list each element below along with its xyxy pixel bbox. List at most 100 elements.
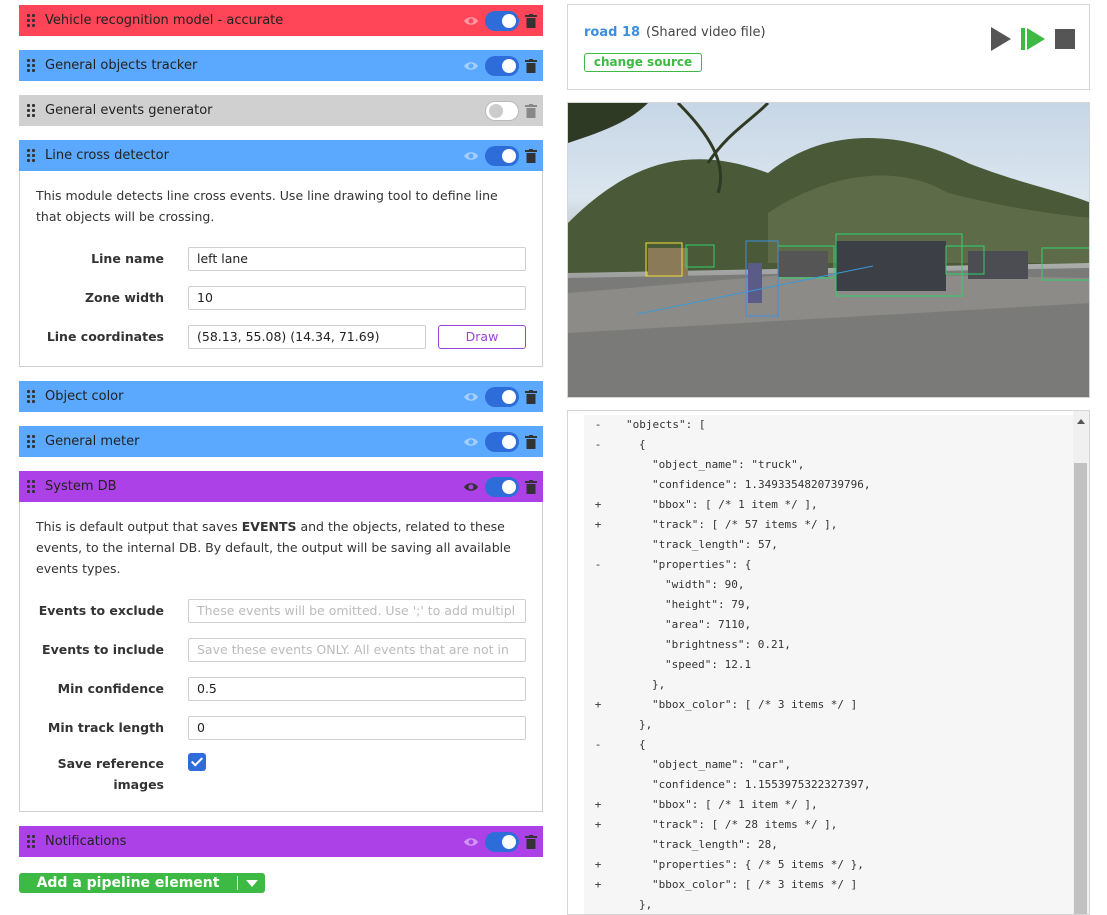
collapse-icon[interactable]: - (584, 735, 612, 755)
trash-icon[interactable] (525, 13, 537, 28)
json-line[interactable]: -{ (584, 735, 646, 755)
drag-handle-icon[interactable] (27, 835, 37, 849)
expand-icon[interactable]: + (584, 875, 612, 895)
drag-handle-icon[interactable] (27, 104, 37, 118)
line-coords-input[interactable] (188, 324, 426, 349)
module-bar-objects-tracker[interactable]: General objects tracker (19, 50, 543, 81)
trash-icon[interactable] (525, 479, 537, 494)
enable-toggle[interactable] (485, 145, 519, 166)
source-name[interactable]: road 18 (584, 25, 640, 40)
json-line[interactable]: - "objects": [ (584, 415, 706, 435)
module-bar-events-generator[interactable]: General events generator (19, 95, 543, 126)
collapse-icon[interactable]: - (584, 435, 612, 455)
scrollbar[interactable] (1073, 411, 1089, 914)
min-confidence-input[interactable] (188, 676, 526, 701)
scroll-up-icon[interactable] (1077, 419, 1085, 424)
enable-toggle[interactable] (485, 431, 519, 452)
drag-handle-icon[interactable] (27, 390, 37, 404)
json-line: "object_name": "car", (584, 755, 791, 775)
events-exclude-input[interactable] (188, 598, 526, 623)
module-bar-vehicle-recognition[interactable]: Vehicle recognition model - accurate (19, 5, 543, 36)
json-line[interactable]: + "bbox_color": [ /* 3 items */ ] (584, 875, 858, 895)
trash-icon[interactable] (525, 103, 537, 118)
line-name-input[interactable] (188, 246, 526, 271)
json-text: "speed": 12.1 (665, 658, 752, 671)
json-output-panel[interactable]: - "objects": [-{"object_name": "truck", "c… (567, 410, 1090, 915)
json-text: "bbox": [ /* 1 item */ ], (652, 498, 818, 511)
trash-icon[interactable] (525, 434, 537, 449)
eye-icon[interactable] (463, 150, 479, 162)
enable-toggle[interactable] (485, 55, 519, 76)
json-line[interactable]: + "properties": { /* 5 items */ }, (584, 855, 864, 875)
min-track-length-input[interactable] (188, 715, 526, 740)
json-line[interactable]: + "bbox": [ /* 1 item */ ], (584, 495, 818, 515)
stop-icon[interactable] (1055, 29, 1075, 49)
json-viewer[interactable]: - "objects": [-{"object_name": "truck", "c… (584, 415, 1074, 914)
expand-icon[interactable]: + (584, 815, 612, 835)
enable-toggle[interactable] (485, 476, 519, 497)
json-text: "object_name": "truck", (652, 458, 805, 471)
json-text: "track": [ /* 28 items */ ], (652, 818, 838, 831)
enable-toggle[interactable] (485, 100, 519, 121)
json-line[interactable]: + "track": [ /* 28 items */ ], (584, 815, 838, 835)
drag-handle-icon[interactable] (27, 149, 37, 163)
trash-icon[interactable] (525, 148, 537, 163)
json-line[interactable]: -{ (584, 435, 646, 455)
eye-icon[interactable] (463, 15, 479, 27)
trash-icon[interactable] (525, 389, 537, 404)
json-line[interactable]: + "bbox_color": [ /* 3 items */ ] (584, 695, 858, 715)
eye-icon[interactable] (463, 836, 479, 848)
json-line[interactable]: + "bbox": [ /* 1 item */ ], (584, 795, 818, 815)
save-reference-checkbox[interactable] (188, 753, 206, 771)
json-line[interactable]: + "track": [ /* 57 items */ ], (584, 515, 838, 535)
module-bar-system-db[interactable]: System DB (19, 471, 543, 502)
play-step-icon[interactable] (1021, 28, 1045, 50)
description-emphasis: EVENTS (241, 519, 297, 534)
trash-icon[interactable] (525, 58, 537, 73)
json-text: }, (639, 718, 653, 731)
events-include-input[interactable] (188, 637, 526, 662)
enable-toggle[interactable] (485, 386, 519, 407)
scrollbar-thumb[interactable] (1074, 463, 1087, 914)
expand-icon[interactable]: + (584, 695, 612, 715)
expand-icon[interactable]: + (584, 855, 612, 875)
draw-button[interactable]: Draw (438, 324, 526, 349)
enable-toggle[interactable] (485, 10, 519, 31)
system-db-settings: This is default output that saves EVENTS… (19, 502, 543, 812)
collapse-icon[interactable]: - (584, 415, 612, 435)
module-bar-line-cross[interactable]: Line cross detector (19, 140, 543, 171)
json-line: "confidence": 1.1553975322327397, (584, 775, 871, 795)
field-label: Line name (91, 251, 164, 266)
json-line: "confidence": 1.3493354820739796, (584, 475, 871, 495)
module-description: This is default output that saves EVENTS… (36, 516, 526, 579)
drag-handle-icon[interactable] (27, 14, 37, 28)
chevron-down-icon[interactable] (246, 879, 258, 887)
module-title: General objects tracker (45, 58, 198, 73)
expand-icon[interactable]: + (584, 495, 612, 515)
drag-handle-icon[interactable] (27, 480, 37, 494)
eye-icon[interactable] (463, 60, 479, 72)
expand-icon[interactable]: + (584, 795, 612, 815)
module-bar-notifications[interactable]: Notifications (19, 826, 543, 857)
zone-width-input[interactable] (188, 285, 526, 310)
json-text: { (639, 438, 646, 451)
module-title: System DB (45, 479, 117, 494)
json-line[interactable]: - "properties": { (584, 555, 752, 575)
trash-icon[interactable] (525, 834, 537, 849)
play-icon[interactable] (991, 27, 1011, 51)
module-bar-general-meter[interactable]: General meter (19, 426, 543, 457)
module-title: Vehicle recognition model - accurate (45, 13, 284, 28)
add-pipeline-element-button[interactable]: Add a pipeline element (19, 873, 265, 893)
expand-icon[interactable]: + (584, 515, 612, 535)
video-frame-scene (568, 103, 1089, 397)
collapse-icon[interactable]: - (584, 555, 612, 575)
enable-toggle[interactable] (485, 831, 519, 852)
eye-icon[interactable] (463, 391, 479, 403)
eye-icon[interactable] (463, 481, 479, 493)
change-source-button[interactable]: change source (584, 53, 702, 72)
drag-handle-icon[interactable] (27, 59, 37, 73)
drag-handle-icon[interactable] (27, 435, 37, 449)
eye-icon[interactable] (463, 436, 479, 448)
video-preview[interactable] (567, 102, 1090, 398)
module-bar-object-color[interactable]: Object color (19, 381, 543, 412)
